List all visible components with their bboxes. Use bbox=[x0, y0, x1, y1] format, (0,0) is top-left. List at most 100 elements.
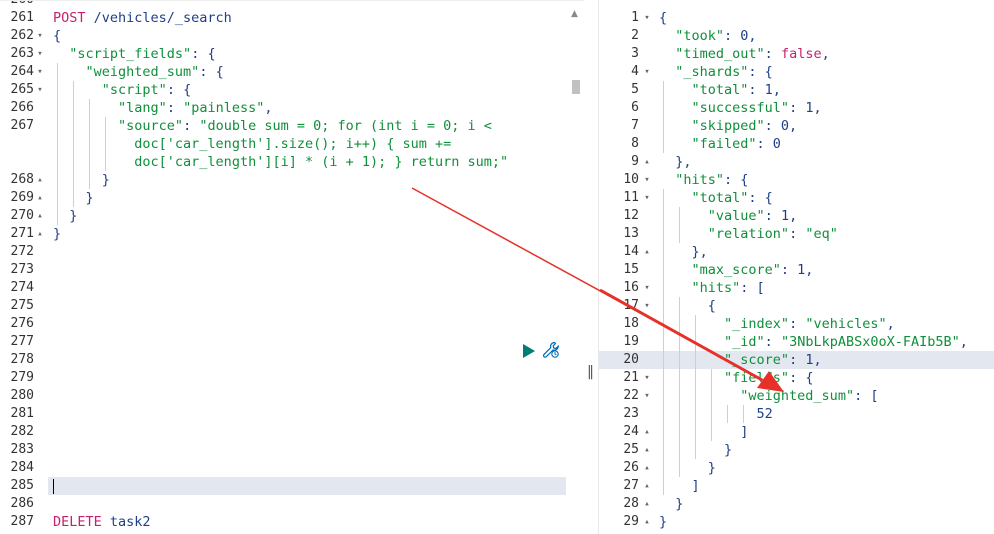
editor-line[interactable]: 282 bbox=[0, 423, 584, 441]
editor-line[interactable]: 267 "source": "double sum = 0; for (int … bbox=[0, 117, 584, 135]
code-token: "_score" bbox=[724, 352, 790, 368]
code-token: "eq" bbox=[805, 226, 838, 242]
code-token: "weighted_sum" bbox=[740, 388, 855, 404]
editor-line[interactable]: 268 ▴ } bbox=[0, 171, 584, 189]
fold-collapse-icon[interactable]: ▾ bbox=[641, 387, 653, 405]
fold-collapse-icon[interactable]: ▾ bbox=[34, 63, 46, 81]
code-token: : 1, bbox=[789, 100, 822, 116]
code-token: : 1, bbox=[780, 262, 814, 278]
editor-line[interactable]: 286 bbox=[0, 495, 584, 513]
fold-collapse-icon[interactable]: ▾ bbox=[34, 45, 46, 63]
fold-expand-icon[interactable]: ▴ bbox=[641, 441, 653, 459]
editor-line[interactable]: 265 ▾ "script": { bbox=[0, 81, 584, 99]
fold-collapse-icon[interactable]: ▾ bbox=[641, 297, 653, 315]
response-line: 2 "took": 0, bbox=[599, 27, 994, 45]
editor-line[interactable]: 273 bbox=[0, 261, 584, 279]
editor-line[interactable]: 270 ▴ } bbox=[0, 207, 584, 225]
response-line: 16 ▾ "hits": [ bbox=[599, 279, 994, 297]
fold-expand-icon[interactable]: ▴ bbox=[641, 513, 653, 531]
line-number: 265 bbox=[10, 82, 34, 97]
fold-collapse-icon[interactable]: ▾ bbox=[34, 81, 46, 99]
fold-collapse-icon[interactable]: ▾ bbox=[641, 9, 653, 27]
request-settings-button[interactable] bbox=[542, 341, 560, 359]
fold-expand-icon[interactable]: ▴ bbox=[34, 171, 46, 189]
indent-guide bbox=[727, 405, 728, 423]
fold-expand-icon[interactable]: ▴ bbox=[34, 207, 46, 225]
line-number: 9 bbox=[631, 154, 639, 169]
code-token: : { bbox=[166, 82, 192, 98]
resize-handle-icon[interactable]: ‖ bbox=[587, 364, 594, 380]
fold-expand-icon[interactable]: ▴ bbox=[641, 477, 653, 495]
fold-collapse-icon[interactable]: ▾ bbox=[641, 63, 653, 81]
pane-resizer[interactable] bbox=[584, 0, 598, 534]
editor-scrollbar-thumb[interactable] bbox=[572, 80, 580, 94]
response-line: 4 ▾ "_shards": { bbox=[599, 63, 994, 81]
fold-collapse-icon[interactable]: ▾ bbox=[34, 27, 46, 45]
line-number: 273 bbox=[10, 262, 34, 277]
code-text: ] bbox=[659, 477, 700, 495]
run-request-button[interactable] bbox=[522, 343, 536, 359]
response-line: 15 "max_score": 1, bbox=[599, 261, 994, 279]
fold-expand-icon[interactable]: ▴ bbox=[34, 225, 46, 243]
editor-line[interactable]: 278 bbox=[0, 351, 584, 369]
code-text: { bbox=[659, 297, 716, 315]
fold-expand-icon[interactable]: ▴ bbox=[641, 243, 653, 261]
editor-line[interactable]: 280 bbox=[0, 387, 584, 405]
line-number: 22 bbox=[623, 388, 639, 403]
editor-line[interactable]: 260 bbox=[0, 0, 584, 9]
fold-expand-icon[interactable]: ▴ bbox=[641, 423, 653, 441]
code-text: "_shards": { bbox=[659, 63, 773, 81]
editor-line[interactable]: 264 ▾ "weighted_sum": { bbox=[0, 63, 584, 81]
fold-expand-icon[interactable]: ▴ bbox=[34, 189, 46, 207]
fold-expand-icon[interactable]: ▴ bbox=[641, 459, 653, 477]
line-number: 10 bbox=[623, 172, 639, 187]
editor-line[interactable]: 266 "lang": "painless", bbox=[0, 99, 584, 117]
fold-collapse-icon[interactable]: ▾ bbox=[641, 171, 653, 189]
editor-line[interactable]: 281 bbox=[0, 405, 584, 423]
editor-line[interactable]: 262 ▾ { bbox=[0, 27, 584, 45]
editor-line[interactable]: 261 POST /vehicles/_search bbox=[0, 9, 584, 27]
line-number: 283 bbox=[10, 442, 34, 457]
line-number: 267 bbox=[10, 118, 34, 133]
code-token: : { bbox=[748, 64, 773, 80]
response-line: 10 ▾ "hits": { bbox=[599, 171, 994, 189]
editor-line[interactable]: doc['car_length'].size(); i++) { sum += bbox=[0, 135, 584, 153]
code-text: "relation": "eq" bbox=[659, 225, 838, 243]
editor-line[interactable]: 284 bbox=[0, 459, 584, 477]
fold-collapse-icon[interactable]: ▾ bbox=[641, 369, 653, 387]
response-line: 27 ▴ ] bbox=[599, 477, 994, 495]
editor-line[interactable]: 275 bbox=[0, 297, 584, 315]
editor-line[interactable]: 279 bbox=[0, 369, 584, 387]
editor-line[interactable]: 271 ▴} bbox=[0, 225, 584, 243]
editor-line[interactable]: 287 DELETE task2 bbox=[0, 513, 584, 531]
line-number: 268 bbox=[10, 172, 34, 187]
editor-line[interactable]: 276 bbox=[0, 315, 584, 333]
editor-line[interactable]: 277 bbox=[0, 333, 584, 351]
code-token: "3NbLkpABSx0oX-FAIb5B" bbox=[780, 334, 960, 350]
fold-expand-icon[interactable]: ▴ bbox=[641, 495, 653, 513]
code-text: "failed": 0 bbox=[659, 135, 781, 153]
editor-line[interactable]: 283 bbox=[0, 441, 584, 459]
editor-line[interactable]: 285 bbox=[11, 477, 566, 495]
request-editor[interactable]: 260261POST /vehicles/_search262▾{263▾ "s… bbox=[0, 0, 584, 534]
editor-line[interactable]: 274 bbox=[0, 279, 584, 297]
response-line: 20 "_score": 1, bbox=[599, 351, 994, 369]
indent-guide bbox=[105, 117, 106, 171]
editor-line[interactable]: 263 ▾ "script_fields": { bbox=[0, 45, 584, 63]
wrench-icon bbox=[542, 341, 559, 358]
editor-line[interactable]: 269 ▴ } bbox=[0, 189, 584, 207]
editor-line[interactable]: doc['car_length'][i] * (i + 1); } return… bbox=[0, 153, 584, 171]
line-number: 264 bbox=[10, 64, 34, 79]
scroll-up-icon[interactable]: ▲ bbox=[571, 9, 578, 19]
code-token: { bbox=[53, 28, 62, 44]
fold-collapse-icon[interactable]: ▾ bbox=[641, 189, 653, 207]
fold-expand-icon[interactable]: ▴ bbox=[641, 153, 653, 171]
line-number: 12 bbox=[623, 208, 639, 223]
fold-collapse-icon[interactable]: ▾ bbox=[641, 279, 653, 297]
editor-line[interactable]: 272 bbox=[0, 243, 584, 261]
